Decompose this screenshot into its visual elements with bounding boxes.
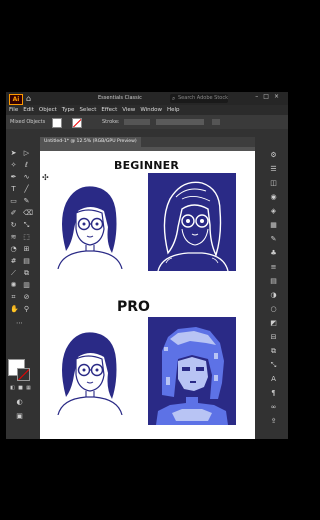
menu-window[interactable]: Window (140, 105, 162, 115)
pro-pixel-portrait (148, 317, 236, 425)
opacity-field[interactable] (212, 119, 220, 125)
swatches-icon[interactable]: ▦ (269, 221, 278, 229)
menu-select[interactable]: Select (79, 105, 96, 115)
symbols-icon[interactable]: ♣ (269, 249, 278, 257)
links-icon[interactable]: ∞ (269, 403, 278, 411)
column-graph-icon[interactable]: ▥ (23, 282, 30, 289)
beginner-line-portrait (57, 186, 123, 269)
tools-panel: ➤ ▷ ✧ ℓ ✒ ∿ T ╱ ▭ ✎ ✐ ⌫ ↻ ⤡ ≋ ⬚ ◔ ⊞ # ▤ … (6, 135, 36, 439)
control-bar: Mixed Objects Stroke: (6, 115, 288, 129)
stroke-swatch[interactable] (72, 118, 82, 128)
type-icon[interactable]: T (10, 186, 17, 193)
asset-export-icon[interactable]: ⇪ (269, 417, 278, 425)
selection-icon[interactable]: ➤ (10, 150, 17, 157)
hand-icon[interactable]: ✋ (10, 306, 19, 313)
transparency-icon[interactable]: ◑ (269, 291, 278, 299)
search-icon: ⌕ (172, 95, 176, 102)
stroke-weight-field[interactable] (124, 119, 150, 125)
stroke-icon[interactable]: ≡ (269, 263, 278, 271)
window-controls[interactable]: –□× (255, 93, 284, 100)
gradient-panel-icon[interactable]: ▤ (269, 277, 278, 285)
eraser-icon[interactable]: ⌫ (23, 210, 33, 217)
canvas-area[interactable]: BEGINNER ✣ PRO (40, 147, 255, 439)
home-icon[interactable]: ⌂ (26, 94, 36, 103)
document-tab-bar: Untitled-1* @ 12.5% (RGB/GPU Preview) (40, 137, 255, 147)
default-colors-icon[interactable]: ◧ (9, 385, 16, 392)
mesh-icon[interactable]: # (10, 258, 17, 265)
slice-icon[interactable]: ⊘ (23, 294, 30, 301)
stroke-color-swatch[interactable] (17, 368, 30, 381)
illustrator-logo-icon: Ai (9, 94, 23, 105)
zoom-icon[interactable]: ⚲ (23, 306, 30, 313)
libraries-icon[interactable]: ◫ (269, 179, 278, 187)
search-stock-input[interactable]: ⌕ Search Adobe Stock (170, 94, 228, 103)
color-icon[interactable]: ◉ (269, 193, 278, 201)
color-mode-icon[interactable]: ■ (17, 385, 24, 392)
scale-icon[interactable]: ⤡ (23, 222, 30, 229)
gradient-icon[interactable]: ▤ (23, 258, 30, 265)
menu-type[interactable]: Type (62, 105, 75, 115)
beginner-heading: BEGINNER (114, 159, 180, 172)
transform-icon[interactable]: ⤡ (269, 361, 278, 369)
search-placeholder: Search Adobe Stock (178, 95, 229, 101)
selection-label: Mixed Objects (10, 119, 46, 125)
fill-swatch[interactable] (52, 118, 62, 128)
panels-dock: ⚙ ☰ ◫ ◉ ◈ ▦ ✎ ♣ ≡ ▤ ◑ ○ ◩ ⊟ ⧉ ⤡ A ¶ ∞ ⇪ (260, 135, 288, 439)
artboard-icon[interactable]: ⌗ (10, 294, 17, 301)
width-icon[interactable]: ≋ (10, 234, 17, 241)
screen-mode-icon[interactable]: ▣ (16, 413, 23, 420)
illustrator-window: Ai ⌂ Essentials Classic ⌕ Search Adobe S… (6, 92, 288, 439)
lasso-icon[interactable]: ℓ (23, 162, 30, 169)
perspective-grid-icon[interactable]: ⊞ (23, 246, 30, 253)
workspace-switcher[interactable]: Essentials Classic (98, 95, 142, 101)
curvature-icon[interactable]: ∿ (23, 174, 30, 181)
brushes-icon[interactable]: ✎ (269, 235, 278, 243)
eyedropper-icon[interactable]: ⟋ (10, 270, 17, 277)
layers-icon[interactable]: ☰ (269, 165, 278, 173)
menu-bar: File Edit Object Type Select Effect View Window… (6, 105, 288, 115)
menu-file[interactable]: File (9, 105, 18, 115)
draw-mode-icon[interactable]: ◐ (16, 399, 23, 406)
brush-definition-field[interactable] (156, 119, 204, 125)
pen-icon[interactable]: ✒ (10, 174, 17, 181)
properties-icon[interactable]: ⚙ (269, 151, 278, 159)
magic-wand-icon[interactable]: ✧ (10, 162, 17, 169)
menu-edit[interactable]: Edit (23, 105, 34, 115)
menu-effect[interactable]: Effect (101, 105, 117, 115)
pathfinder-icon[interactable]: ⧉ (269, 347, 278, 355)
graphic-styles-icon[interactable]: ◩ (269, 319, 278, 327)
edit-toolbar-icon[interactable]: ⋯ (16, 320, 23, 327)
line-segment-icon[interactable]: ╱ (23, 186, 30, 193)
menu-view[interactable]: View (122, 105, 135, 115)
color-guide-icon[interactable]: ◈ (269, 207, 278, 215)
gradient-mode-icon[interactable]: ▦ (25, 385, 32, 392)
rectangle-icon[interactable]: ▭ (10, 198, 17, 205)
pro-heading: PRO (117, 299, 150, 315)
beginner-filled-portrait (148, 173, 236, 271)
menu-object[interactable]: Object (39, 105, 57, 115)
blend-icon[interactable]: ⧉ (23, 270, 30, 277)
symbol-sprayer-icon[interactable]: ✺ (10, 282, 17, 289)
menu-help[interactable]: Help (167, 105, 180, 115)
character-icon[interactable]: A (269, 375, 278, 383)
app-title-bar: Ai ⌂ Essentials Classic ⌕ Search Adobe S… (6, 92, 288, 105)
pro-line-portrait (57, 332, 123, 415)
shape-builder-icon[interactable]: ◔ (10, 246, 17, 253)
direct-selection-icon[interactable]: ▷ (23, 150, 30, 157)
document-tab[interactable]: Untitled-1* @ 12.5% (RGB/GPU Preview) (40, 137, 141, 147)
rotate-icon[interactable]: ↻ (10, 222, 17, 229)
stroke-label: Stroke: (102, 119, 120, 125)
paintbrush-icon[interactable]: ✎ (23, 198, 30, 205)
free-transform-icon[interactable]: ⬚ (23, 234, 30, 241)
artboard[interactable]: BEGINNER ✣ PRO (40, 151, 255, 439)
paragraph-icon[interactable]: ¶ (269, 389, 278, 397)
align-icon[interactable]: ⊟ (269, 333, 278, 341)
shaper-icon[interactable]: ✐ (10, 210, 17, 217)
appearance-icon[interactable]: ○ (269, 305, 278, 313)
